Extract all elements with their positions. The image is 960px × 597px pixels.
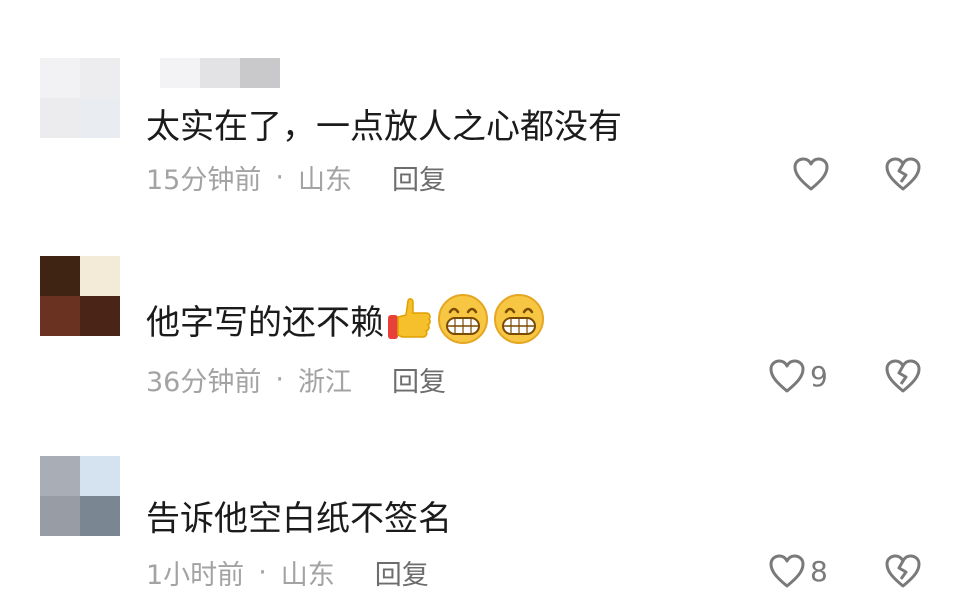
dislike-button[interactable] [884, 358, 922, 398]
like-count: 9 [810, 359, 828, 393]
separator: · [275, 161, 284, 193]
comment-time: 36分钟前 [146, 366, 262, 398]
heart-icon [769, 359, 805, 393]
like-button[interactable]: 8 [768, 553, 828, 589]
reply-button[interactable]: 回复 [375, 553, 429, 592]
dislike-button[interactable] [884, 156, 922, 196]
heart-icon [793, 157, 829, 191]
comment-time: 1小时前 [146, 559, 245, 591]
comment-location: 浙江 [297, 366, 352, 398]
comment-text-content: 他字写的还不赖 [146, 302, 384, 343]
comment-location: 山东 [280, 559, 335, 591]
broken-heart-icon [885, 359, 921, 393]
comment-text: 告诉他空白纸不签名 [146, 498, 452, 539]
avatar[interactable] [40, 58, 120, 138]
comment-time: 15分钟前 [146, 164, 262, 196]
like-button[interactable]: 9 [768, 358, 828, 394]
comment-text: 他字写的还不赖 [146, 294, 546, 344]
avatar[interactable] [40, 256, 120, 336]
thumbs-up-emoji [388, 298, 431, 339]
broken-heart-icon [885, 157, 921, 191]
comment-meta: 36分钟前 · 浙江 回复 [146, 360, 446, 398]
grin-emoji [438, 294, 488, 344]
reply-button[interactable]: 回复 [392, 158, 446, 197]
like-count: 8 [810, 554, 828, 588]
comment-meta: 15分钟前 · 山东 回复 [146, 158, 446, 196]
username-blurred[interactable] [160, 58, 280, 88]
avatar[interactable] [40, 456, 120, 536]
reply-button[interactable]: 回复 [392, 360, 446, 399]
broken-heart-icon [885, 554, 921, 588]
comment-meta: 1小时前 · 山东 回复 [146, 553, 429, 591]
grin-emoji [494, 294, 544, 344]
comment-text: 太实在了，一点放人之心都没有 [146, 106, 622, 147]
separator: · [275, 363, 284, 395]
dislike-button[interactable] [884, 553, 922, 593]
comment-location: 山东 [297, 164, 352, 196]
like-button[interactable] [792, 156, 830, 192]
heart-icon [769, 554, 805, 588]
separator: · [258, 556, 267, 588]
